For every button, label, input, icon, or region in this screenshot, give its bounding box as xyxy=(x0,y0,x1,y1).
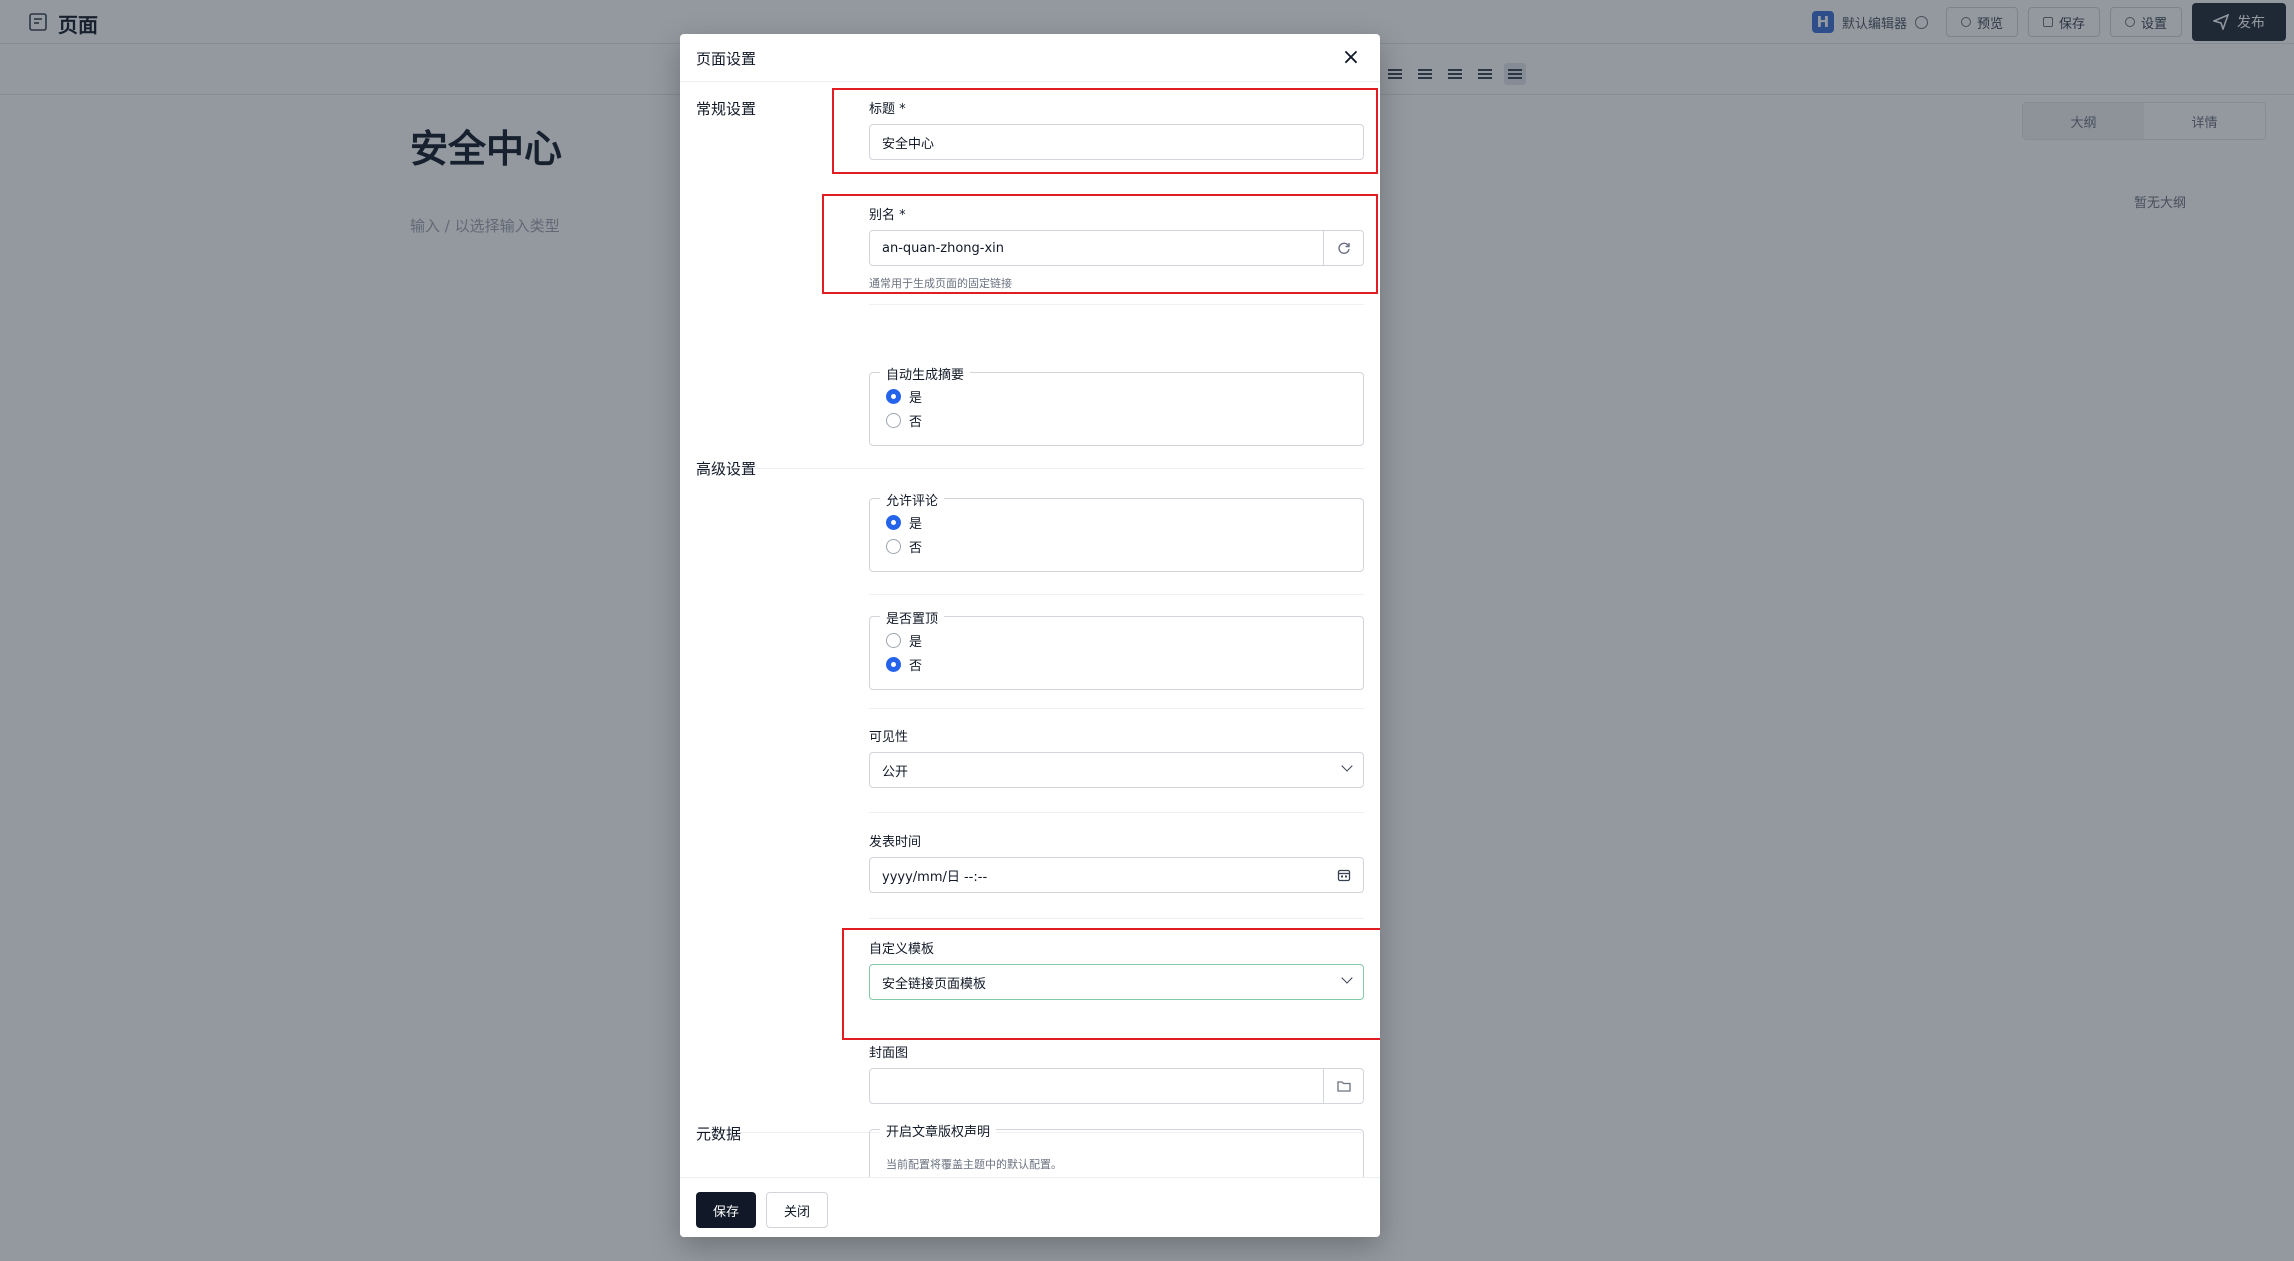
allow-comment-group: 允许评论 是 否 xyxy=(869,490,1364,572)
template-label: 自定义模板 xyxy=(869,942,935,957)
divider xyxy=(869,812,1364,813)
allow-comment-yes-label: 是 xyxy=(909,517,923,532)
chevron-down-icon xyxy=(1341,760,1353,772)
radio-unchecked-icon[interactable] xyxy=(886,539,901,554)
radio-checked-icon[interactable] xyxy=(886,657,901,672)
folder-icon[interactable] xyxy=(1323,1069,1363,1103)
visibility-label: 可见性 xyxy=(869,730,909,745)
modal-footer: 保存 关闭 xyxy=(680,1177,1380,1237)
auto-excerpt-no[interactable]: 否 xyxy=(886,411,922,430)
radio-checked-icon[interactable] xyxy=(886,515,901,530)
pinned-no-label: 否 xyxy=(909,659,923,674)
pinned-no[interactable]: 否 xyxy=(886,655,922,674)
auto-excerpt-yes[interactable]: 是 xyxy=(886,387,922,406)
modal-title: 页面设置 xyxy=(696,50,757,68)
visibility-select[interactable]: 公开 xyxy=(869,752,1364,788)
radio-unchecked-icon[interactable] xyxy=(886,413,901,428)
divider xyxy=(869,708,1364,709)
auto-excerpt-yes-label: 是 xyxy=(909,391,923,406)
copyright-group: 开启文章版权声明 当前配置将覆盖主题中的默认配置。 xyxy=(869,1121,1364,1177)
title-input[interactable]: 安全中心 xyxy=(869,124,1364,160)
auto-excerpt-no-label: 否 xyxy=(909,415,923,430)
section-divider xyxy=(696,468,1364,469)
section-advanced: 高级设置 xyxy=(696,460,757,478)
radio-unchecked-icon[interactable] xyxy=(886,633,901,648)
refresh-glyph xyxy=(1337,242,1350,254)
pinned-group: 是否置顶 是 否 xyxy=(869,608,1364,690)
folder-glyph xyxy=(1336,1081,1351,1092)
publish-time-input[interactable]: yyyy/mm/日 --:-- xyxy=(869,857,1364,893)
save-button[interactable]: 保存 xyxy=(696,1192,756,1228)
auto-excerpt-group: 自动生成摘要 是 否 xyxy=(869,364,1364,446)
section-metadata: 元数据 xyxy=(696,1125,742,1143)
allow-comment-yes[interactable]: 是 xyxy=(886,513,922,532)
refresh-icon[interactable] xyxy=(1323,231,1363,265)
allow-comment-no-label: 否 xyxy=(909,541,923,556)
calendar-icon[interactable] xyxy=(1337,868,1351,882)
publish-time-label: 发表时间 xyxy=(869,835,922,850)
visibility-value: 公开 xyxy=(882,764,909,780)
close-icon[interactable]: × xyxy=(1338,44,1364,70)
chevron-down-icon xyxy=(1341,972,1353,984)
publish-time-placeholder: yyyy/mm/日 --:-- xyxy=(882,869,988,885)
pinned-legend: 是否置顶 xyxy=(880,608,945,627)
radio-checked-icon[interactable] xyxy=(886,389,901,404)
page-settings-modal: 页面设置 × 常规设置 标题 * 安全中心 别名 * an-quan-zhong… xyxy=(680,34,1380,1237)
divider xyxy=(869,594,1364,595)
pinned-yes-label: 是 xyxy=(909,635,923,650)
section-general: 常规设置 xyxy=(696,100,757,118)
slug-input[interactable]: an-quan-zhong-xin xyxy=(869,230,1364,266)
slug-label: 别名 * xyxy=(869,208,906,223)
pinned-yes[interactable]: 是 xyxy=(886,631,922,650)
template-value: 安全链接页面模板 xyxy=(882,976,987,992)
auto-excerpt-legend: 自动生成摘要 xyxy=(880,364,971,383)
copyright-help: 当前配置将覆盖主题中的默认配置。 xyxy=(886,1158,1062,1171)
slug-help: 通常用于生成页面的固定链接 xyxy=(869,277,1012,290)
title-label: 标题 * xyxy=(869,102,906,117)
slug-value: an-quan-zhong-xin xyxy=(882,240,1005,256)
title-value: 安全中心 xyxy=(882,136,935,152)
template-select[interactable]: 安全链接页面模板 xyxy=(869,964,1364,1000)
modal-header: 页面设置 × xyxy=(680,34,1380,82)
copyright-legend: 开启文章版权声明 xyxy=(880,1121,997,1140)
cover-input[interactable] xyxy=(869,1068,1364,1104)
allow-comment-legend: 允许评论 xyxy=(880,490,945,509)
close-button[interactable]: 关闭 xyxy=(766,1192,828,1228)
divider xyxy=(869,304,1364,305)
modal-body[interactable]: 常规设置 标题 * 安全中心 别名 * an-quan-zhong-xin 通常… xyxy=(680,82,1380,1177)
allow-comment-no[interactable]: 否 xyxy=(886,537,922,556)
divider xyxy=(869,918,1364,919)
cover-label: 封面图 xyxy=(869,1046,909,1061)
